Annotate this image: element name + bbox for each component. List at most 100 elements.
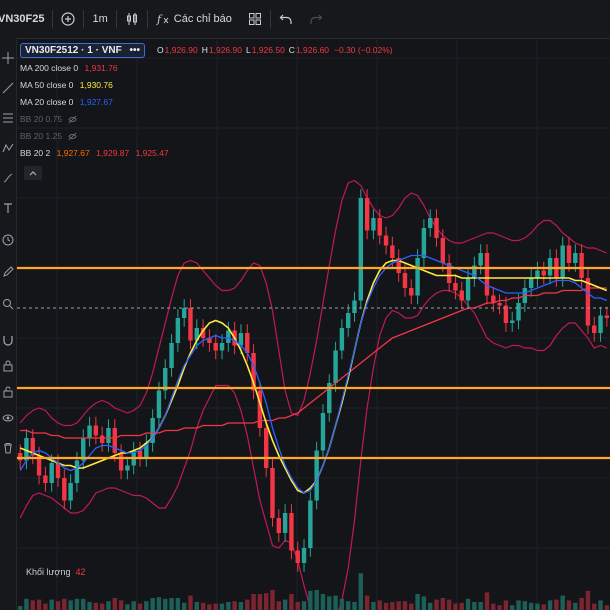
candle-body	[560, 245, 565, 278]
candle-body	[427, 218, 433, 228]
candle-body	[352, 300, 357, 313]
candle-body	[333, 350, 338, 383]
interval-label: 1m	[92, 13, 108, 25]
lock-drawings-icon[interactable]	[2, 386, 14, 398]
open-value: 1,926.90	[164, 45, 198, 55]
candle-body	[377, 218, 382, 236]
volume-bar	[43, 603, 48, 610]
volume-bar	[421, 596, 427, 610]
candle-body	[585, 278, 591, 326]
plus-circle-icon	[61, 12, 76, 26]
indicator-bb-125[interactable]: BB 20 1.25	[20, 128, 393, 145]
clock-icon[interactable]	[2, 234, 14, 246]
candle-body	[484, 253, 490, 296]
volume-bar	[484, 592, 490, 610]
redo-button[interactable]	[301, 0, 331, 38]
indicator-value: 1,931.76	[84, 63, 118, 73]
collapse-legend-button[interactable]	[24, 166, 42, 180]
eye-icon[interactable]	[2, 412, 14, 424]
grid-icon	[248, 13, 261, 25]
indicator-bb-075[interactable]: BB 20 0.75	[20, 111, 393, 128]
candle-body	[547, 258, 553, 276]
close-value: 1,926.60	[295, 45, 330, 55]
volume-bar	[24, 598, 29, 610]
hidden-eye-icon[interactable]	[68, 132, 78, 141]
volume-bar	[276, 601, 282, 610]
candle-body	[510, 320, 515, 323]
fib-icon[interactable]	[2, 112, 14, 124]
volume-bar	[194, 602, 200, 610]
volume-bar	[308, 590, 313, 610]
candle-body	[87, 425, 92, 438]
lock-icon[interactable]	[2, 360, 14, 372]
compare-button[interactable]	[53, 0, 83, 38]
candle-body	[516, 303, 521, 321]
volume-bar	[592, 603, 597, 610]
candle-body	[390, 245, 395, 258]
volume-bar	[232, 601, 237, 610]
symbol-search-button[interactable]: VN30F25	[0, 0, 52, 38]
volume-bar	[219, 603, 225, 610]
indicator-ma50[interactable]: MA 50 close 0 1,930.76	[20, 77, 393, 94]
svg-text:ƒ: ƒ	[156, 13, 163, 26]
chart-type-button[interactable]	[117, 0, 147, 38]
candle-body	[49, 463, 54, 483]
magnet-icon[interactable]	[2, 334, 14, 346]
volume-bar	[181, 602, 187, 610]
volume-bar	[547, 600, 553, 610]
pencil-icon[interactable]	[2, 266, 14, 278]
trend-line-icon[interactable]	[2, 82, 14, 94]
candle-body	[320, 413, 326, 451]
volume-bar	[364, 595, 370, 610]
volume-bar	[503, 600, 509, 610]
templates-button[interactable]	[240, 0, 270, 38]
brush-icon[interactable]	[2, 172, 14, 184]
indicator-label: BB 20 1.25	[20, 131, 63, 141]
text-icon[interactable]	[2, 202, 14, 214]
indicator-ma20[interactable]: MA 20 close 0 1,927.67	[20, 94, 393, 111]
candle-body	[219, 343, 225, 351]
low-value: 1,926.50	[251, 45, 285, 55]
volume-bar	[55, 601, 61, 610]
volume-bar	[81, 598, 86, 610]
zoom-icon[interactable]	[2, 298, 14, 310]
undo-button[interactable]	[271, 0, 301, 38]
volume-bar	[30, 600, 35, 610]
indicator-bb-2[interactable]: BB 20 2 1,927.67 1,929.87 1,925.47	[20, 145, 393, 162]
indicator-label: MA 200 close 0	[20, 63, 79, 73]
high-value: 1,926.90	[208, 45, 242, 55]
candle-body	[604, 315, 610, 318]
volume-bar	[390, 602, 395, 610]
volume-bar	[377, 600, 382, 610]
hidden-eye-icon[interactable]	[68, 115, 78, 124]
low-label: L	[245, 45, 251, 55]
volume-bar	[434, 599, 439, 610]
candle-body	[579, 253, 584, 278]
indicators-label: Các chỉ báo	[173, 13, 232, 25]
volume-bar	[573, 602, 578, 610]
volume-bar	[566, 600, 572, 610]
indicator-ma200[interactable]: MA 200 close 0 1,931.76	[20, 60, 393, 77]
redo-icon	[310, 14, 323, 24]
chart-legend: VN30F2512 · 1 · VNF ••• O 1,926.90 H 1,926…	[20, 42, 393, 162]
volume-bar	[371, 602, 376, 610]
bb-basis-value: 1,927.67	[56, 148, 90, 158]
volume-bar	[137, 603, 143, 610]
candle-body	[478, 253, 483, 266]
candle-body	[226, 330, 231, 343]
crosshair-icon[interactable]	[2, 52, 14, 64]
indicators-button[interactable]: ƒ Các chỉ báo	[148, 0, 240, 38]
more-options-icon[interactable]: •••	[130, 45, 141, 56]
volume-bar	[314, 590, 319, 610]
interval-button[interactable]: 1m	[84, 0, 115, 38]
volume-bar	[87, 602, 92, 610]
volume-bar	[62, 598, 67, 610]
trash-icon[interactable]	[2, 442, 14, 454]
volume-bar	[131, 601, 136, 610]
volume-bar	[541, 604, 546, 610]
high-label: H	[201, 45, 208, 55]
pattern-icon[interactable]	[2, 142, 14, 154]
candle-body	[434, 218, 439, 238]
symbol-info-box[interactable]: VN30F2512 · 1 · VNF •••	[20, 42, 146, 58]
volume-bar	[579, 598, 584, 610]
